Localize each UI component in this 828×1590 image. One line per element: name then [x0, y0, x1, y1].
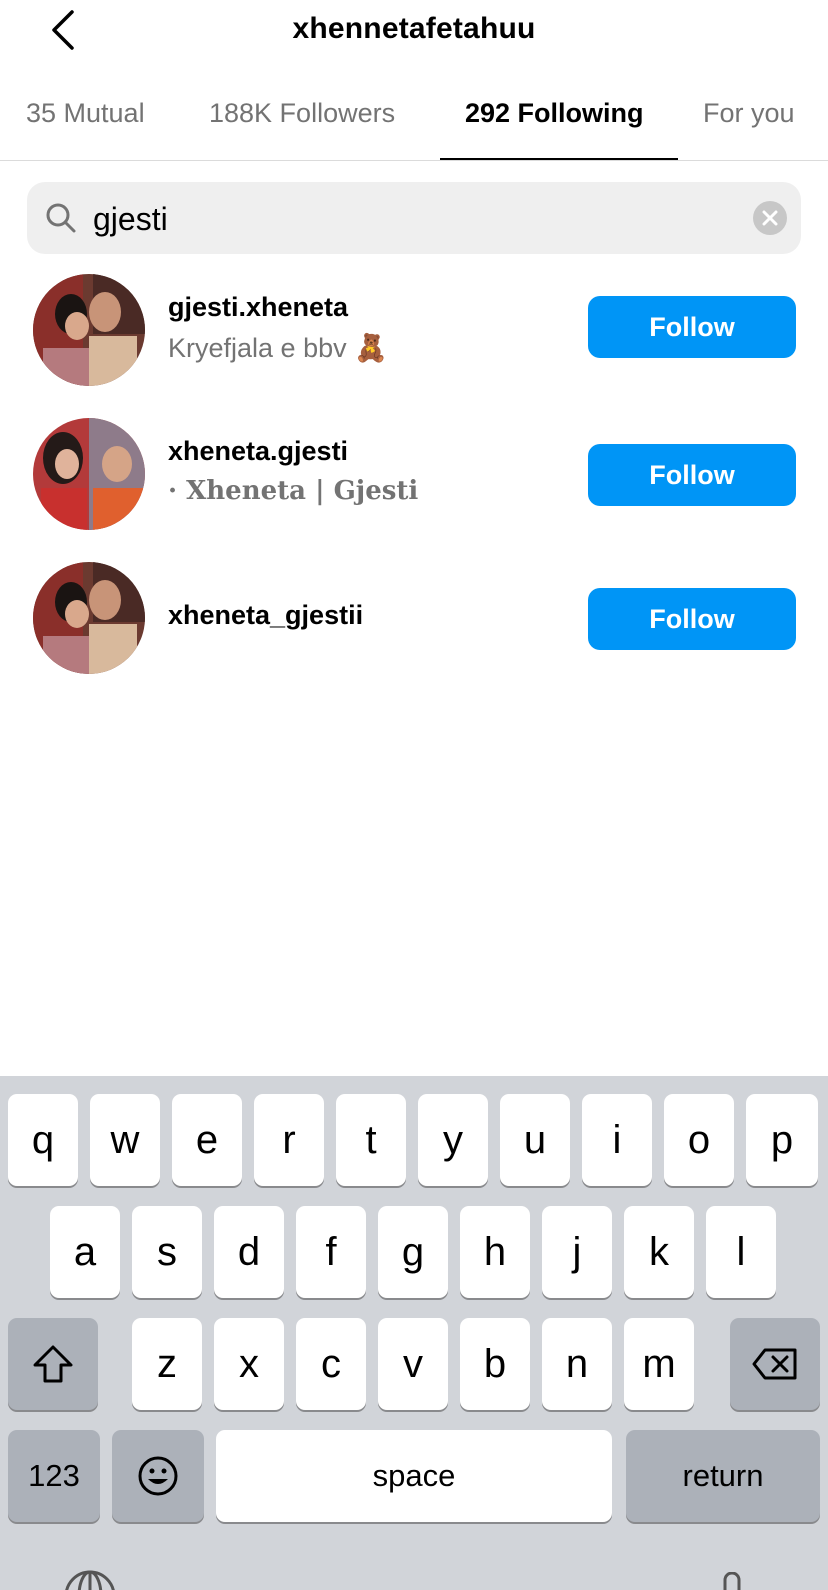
- key-x[interactable]: x: [214, 1318, 284, 1410]
- emoji-icon: [138, 1456, 178, 1496]
- key-i[interactable]: i: [582, 1094, 652, 1186]
- key-e[interactable]: e: [172, 1094, 242, 1186]
- subtitle: Kryefjala e bbv 🧸: [168, 333, 388, 363]
- key-m[interactable]: m: [624, 1318, 694, 1410]
- key-o[interactable]: o: [664, 1094, 734, 1186]
- follow-button[interactable]: Follow: [588, 588, 796, 650]
- key-f[interactable]: f: [296, 1206, 366, 1298]
- list-item[interactable]: gjesti.xheneta Kryefjala e bbv 🧸 Follow: [0, 274, 828, 398]
- search-icon: [46, 203, 76, 233]
- key-w[interactable]: w: [90, 1094, 160, 1186]
- list-item[interactable]: xheneta.gjesti · Xheneta | Gjesti Follow: [0, 418, 828, 542]
- key-y[interactable]: y: [418, 1094, 488, 1186]
- username[interactable]: xheneta.gjesti: [168, 436, 348, 467]
- key-q[interactable]: q: [8, 1094, 78, 1186]
- key-u[interactable]: u: [500, 1094, 570, 1186]
- list-item[interactable]: xheneta_gjestii Follow: [0, 562, 828, 686]
- shift-icon: [33, 1345, 73, 1383]
- avatar[interactable]: [33, 418, 145, 530]
- key-d[interactable]: d: [214, 1206, 284, 1298]
- microphone-icon[interactable]: [722, 1572, 742, 1590]
- search-input[interactable]: [91, 194, 735, 244]
- key-p[interactable]: p: [746, 1094, 818, 1186]
- key-b[interactable]: b: [460, 1318, 530, 1410]
- key-n[interactable]: n: [542, 1318, 612, 1410]
- key-z[interactable]: z: [132, 1318, 202, 1410]
- key-r[interactable]: r: [254, 1094, 324, 1186]
- globe-icon[interactable]: [64, 1570, 116, 1590]
- tab-bar: 35 Mutual 188K Followers 292 Following F…: [0, 82, 828, 161]
- key-g[interactable]: g: [378, 1206, 448, 1298]
- follow-button[interactable]: Follow: [588, 444, 796, 506]
- space-key[interactable]: space: [216, 1430, 612, 1522]
- key-c[interactable]: c: [296, 1318, 366, 1410]
- key-a[interactable]: a: [50, 1206, 120, 1298]
- header: xhennetafetahuu: [0, 0, 828, 60]
- clear-icon: [762, 210, 778, 226]
- avatar[interactable]: [33, 274, 145, 386]
- numbers-key[interactable]: 123: [8, 1430, 100, 1522]
- avatar[interactable]: [33, 562, 145, 674]
- follow-button[interactable]: Follow: [588, 296, 796, 358]
- key-t[interactable]: t: [336, 1094, 406, 1186]
- delete-icon: [752, 1348, 797, 1380]
- return-key[interactable]: return: [626, 1430, 820, 1522]
- username[interactable]: xheneta_gjestii: [168, 600, 363, 631]
- key-s[interactable]: s: [132, 1206, 202, 1298]
- key-h[interactable]: h: [460, 1206, 530, 1298]
- tab-following[interactable]: 292 Following: [465, 98, 644, 129]
- shift-key[interactable]: [8, 1318, 98, 1410]
- page-title: xhennetafetahuu: [292, 12, 536, 45]
- emoji-key[interactable]: [112, 1430, 204, 1522]
- tab-for-you[interactable]: For you: [703, 98, 795, 129]
- tab-followers[interactable]: 188K Followers: [209, 98, 395, 129]
- key-l[interactable]: l: [706, 1206, 776, 1298]
- username[interactable]: gjesti.xheneta: [168, 292, 348, 323]
- keyboard: q w e r t y u i o p a s d f g h j k l z …: [0, 1076, 828, 1590]
- active-tab-indicator: [440, 158, 678, 160]
- tab-mutual[interactable]: 35 Mutual: [26, 98, 145, 129]
- key-v[interactable]: v: [378, 1318, 448, 1410]
- key-j[interactable]: j: [542, 1206, 612, 1298]
- clear-search-button[interactable]: [753, 201, 787, 235]
- key-k[interactable]: k: [624, 1206, 694, 1298]
- delete-key[interactable]: [730, 1318, 820, 1410]
- subtitle: · Xheneta | Gjesti: [168, 476, 419, 506]
- search-bar[interactable]: [27, 182, 801, 254]
